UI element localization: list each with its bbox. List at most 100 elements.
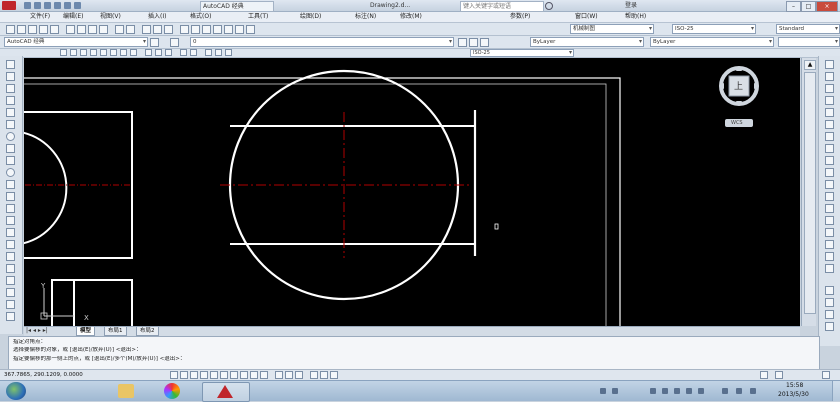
new-icon[interactable] xyxy=(24,2,31,9)
save-icon[interactable] xyxy=(28,25,37,34)
insert-block-icon[interactable] xyxy=(6,192,15,201)
snap-mode-icon[interactable] xyxy=(170,371,178,379)
menu-file[interactable]: 文件(F) xyxy=(30,13,50,21)
rectangle-icon[interactable] xyxy=(6,108,15,117)
autocad-taskbar-button[interactable] xyxy=(202,382,250,402)
spline-icon[interactable] xyxy=(6,156,15,165)
viewcube-face-label[interactable]: 上 xyxy=(734,79,743,92)
help-icon[interactable] xyxy=(246,25,255,34)
minimize-button[interactable]: – xyxy=(786,1,801,12)
clean-screen-icon[interactable] xyxy=(822,371,830,379)
sheet-set-icon[interactable] xyxy=(213,25,222,34)
line-icon[interactable] xyxy=(6,60,15,69)
redo-icon[interactable] xyxy=(64,2,71,9)
redo-icon[interactable] xyxy=(126,25,135,34)
move-icon[interactable] xyxy=(825,120,834,129)
close-button[interactable]: × xyxy=(816,1,838,12)
menu-dimension[interactable]: 标注(N) xyxy=(355,13,376,21)
menu-parametric[interactable]: 参数(P) xyxy=(510,13,530,21)
angular-dim-icon[interactable] xyxy=(130,49,137,56)
workspace-combo[interactable]: AutoCAD 经典 xyxy=(4,37,148,47)
point-icon[interactable] xyxy=(6,216,15,225)
osnap-endpoint-icon[interactable] xyxy=(825,286,834,295)
dynamic-ucs-icon[interactable] xyxy=(230,371,238,379)
osnap-center-icon[interactable] xyxy=(825,310,834,319)
quick-properties-icon[interactable] xyxy=(260,371,268,379)
circle-icon[interactable] xyxy=(6,132,15,141)
steering-wheel-icon[interactable] xyxy=(330,371,338,379)
workspace-title[interactable]: AutoCAD 经典 xyxy=(200,1,274,12)
break-icon[interactable] xyxy=(825,204,834,213)
menu-help[interactable]: 帮助(H) xyxy=(625,13,646,21)
scroll-thumb[interactable] xyxy=(804,72,816,314)
ortho-mode-icon[interactable] xyxy=(190,371,198,379)
region-icon[interactable] xyxy=(6,252,15,261)
preview-icon[interactable] xyxy=(50,25,59,34)
layer-previous-icon[interactable] xyxy=(458,38,467,47)
color-combo[interactable]: ByLayer xyxy=(530,37,644,47)
make-current-icon[interactable] xyxy=(480,38,489,47)
ellipse-icon[interactable] xyxy=(6,168,15,177)
text-style-combo[interactable]: Standard xyxy=(776,24,840,34)
start-button[interactable] xyxy=(6,382,26,400)
osnap-settings-icon[interactable] xyxy=(825,322,834,331)
fillet-icon[interactable] xyxy=(825,240,834,249)
rotate-icon[interactable] xyxy=(825,132,834,141)
explorer-taskbar-icon[interactable] xyxy=(118,384,134,398)
table-icon[interactable] xyxy=(6,264,15,273)
tolerance-icon[interactable] xyxy=(180,49,187,56)
menu-tools[interactable]: 工具(T) xyxy=(248,13,268,21)
vertical-scrollbar[interactable]: ▲ xyxy=(801,58,816,326)
wipeout-icon[interactable] xyxy=(6,312,15,321)
tray-icon-7[interactable] xyxy=(698,388,704,394)
jogged-dim-icon[interactable] xyxy=(110,49,117,56)
construction-line-icon[interactable] xyxy=(6,72,15,81)
dim-text-edit-icon[interactable] xyxy=(215,49,222,56)
ordinate-dim-icon[interactable] xyxy=(90,49,97,56)
blend-icon[interactable] xyxy=(825,252,834,261)
tool-palette-icon[interactable] xyxy=(202,25,211,34)
arc-icon[interactable] xyxy=(6,120,15,129)
lineweight-icon[interactable] xyxy=(250,371,258,379)
object-snap-icon[interactable] xyxy=(210,371,218,379)
command-window[interactable]: 指定对角点： 选择要偏移的对象，或 [退出(E)/放弃(U)] <退出>： 指定… xyxy=(8,336,820,370)
wcs-menu[interactable]: WCS xyxy=(731,119,743,127)
dim-style-combo[interactable]: ISO-25 xyxy=(672,24,756,34)
baseline-dim-icon[interactable] xyxy=(155,49,162,56)
chamfer-icon[interactable] xyxy=(825,228,834,237)
clock-time[interactable]: 15:58 xyxy=(786,382,803,390)
mirror-icon[interactable] xyxy=(825,84,834,93)
calculator-icon[interactable] xyxy=(235,25,244,34)
aligned-dim-icon[interactable] xyxy=(70,49,77,56)
linetype-combo[interactable]: ByLayer xyxy=(650,37,774,47)
scale-icon[interactable] xyxy=(825,144,834,153)
tray-icon-1[interactable] xyxy=(600,388,606,394)
copy-object-icon[interactable] xyxy=(825,72,834,81)
login-link[interactable]: 登录 xyxy=(625,1,637,10)
explode-icon[interactable] xyxy=(825,264,834,273)
layer-state-icon[interactable] xyxy=(469,38,478,47)
menu-insert[interactable]: 插入(I) xyxy=(148,13,166,21)
layer-properties-icon[interactable] xyxy=(170,38,179,47)
new-icon[interactable] xyxy=(6,25,15,34)
tray-icon-3[interactable] xyxy=(650,388,656,394)
hatch-icon[interactable] xyxy=(6,228,15,237)
model-space-icon[interactable] xyxy=(275,371,283,379)
polygon-icon[interactable] xyxy=(6,96,15,105)
markup-icon[interactable] xyxy=(224,25,233,34)
mtext-icon[interactable] xyxy=(6,276,15,285)
revcloud-icon[interactable] xyxy=(6,144,15,153)
zoom-window-icon[interactable] xyxy=(164,25,173,34)
tab-model[interactable]: 模型 xyxy=(76,327,96,336)
linear-dim-icon[interactable] xyxy=(60,49,67,56)
annotation-style-combo[interactable]: 机械制图 xyxy=(570,24,654,34)
ellipse-arc-icon[interactable] xyxy=(6,180,15,189)
toolbar-lock-icon[interactable] xyxy=(775,371,783,379)
menu-draw[interactable]: 绘图(D) xyxy=(300,13,321,21)
clock-date[interactable]: 2013/5/30 xyxy=(778,391,809,399)
viewcube[interactable]: 上 WCS xyxy=(707,66,771,130)
coordinates-readout[interactable]: 367.7865, 290.1209, 0.0000 xyxy=(4,371,83,379)
array-icon[interactable] xyxy=(825,108,834,117)
match-properties-icon[interactable] xyxy=(99,25,108,34)
center-mark-icon[interactable] xyxy=(190,49,197,56)
